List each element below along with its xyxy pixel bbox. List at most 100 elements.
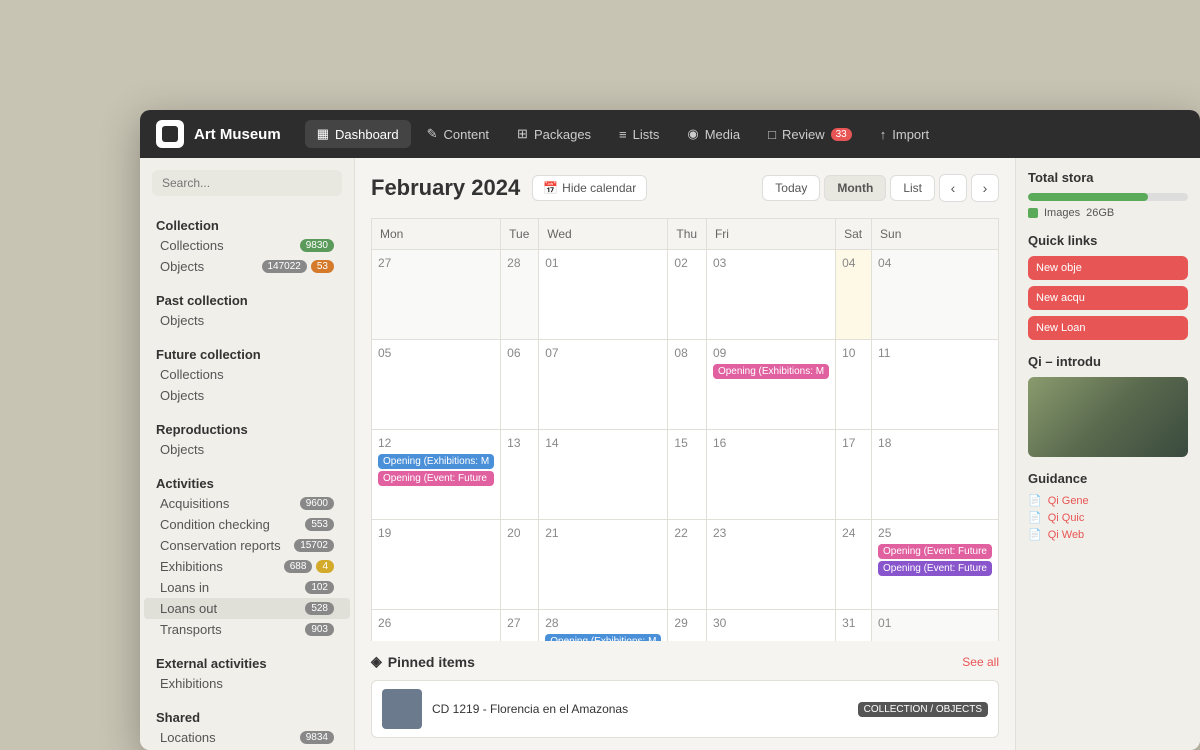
nav-item-media[interactable]: ◉ Media [675, 120, 752, 148]
pinned-item-name: CD 1219 - Florencia en el Amazonas [432, 702, 848, 716]
content-icon: ✎ [427, 126, 438, 142]
calendar-title: February 2024 [371, 175, 520, 201]
col-wed: Wed [539, 219, 668, 250]
app-title: Art Museum [194, 126, 281, 143]
calendar-area: February 2024 📅 Hide calendar Today Mont… [355, 158, 1015, 641]
new-loan-button[interactable]: New Loan [1028, 316, 1188, 340]
table-row: 04 [872, 250, 999, 340]
qi-section: Qi – introdu [1028, 354, 1188, 457]
col-sun: Sun [872, 219, 999, 250]
legend-dot-images [1028, 208, 1038, 218]
nav-item-packages[interactable]: ⊞ Packages [505, 120, 603, 148]
pinned-item-badge: COLLECTION / OBJECTS [858, 702, 988, 717]
sidebar-item-condition-checking[interactable]: Condition checking 553 [144, 514, 350, 535]
event-pill[interactable]: Opening (Event: Future [378, 471, 494, 486]
sidebar-item-acquisitions[interactable]: Acquisitions 9600 [144, 493, 350, 514]
table-row: 19 [372, 520, 501, 610]
nav-item-lists[interactable]: ≡ Lists [607, 121, 671, 148]
hide-calendar-button[interactable]: 📅 Hide calendar [532, 175, 647, 201]
sidebar-section-shared: Shared Locations 9834 People & Organizat… [140, 698, 354, 750]
col-fri: Fri [706, 219, 835, 250]
table-row: 20 [501, 520, 539, 610]
review-icon: □ [768, 127, 776, 142]
new-acquisition-button[interactable]: New acqu [1028, 286, 1188, 310]
nav-item-content[interactable]: ✎ Content [415, 120, 501, 148]
search-input[interactable] [152, 170, 342, 196]
table-row: 24 [836, 520, 872, 610]
next-month-button[interactable]: › [971, 174, 999, 202]
calendar-controls: Today Month List ‹ › [762, 174, 999, 202]
list-item[interactable]: CD 1219 - Florencia en el Amazonas COLLE… [371, 680, 999, 738]
app-logo [156, 120, 184, 148]
sidebar-section-reproductions: Reproductions Objects [140, 410, 354, 464]
sidebar-item-loans-in[interactable]: Loans in 102 [144, 577, 350, 598]
section-title-collection: Collection [140, 214, 354, 235]
document-icon-2: 📄 [1028, 511, 1042, 524]
guidance-section: Guidance 📄 Qi Gene 📄 Qi Quic 📄 Qi Web [1028, 471, 1188, 541]
table-row: 21 [539, 520, 668, 610]
quick-links-title: Quick links [1028, 233, 1188, 248]
event-pill[interactable]: Opening (Exhibitions: M [713, 364, 829, 379]
storage-bar-background [1028, 193, 1188, 201]
event-pill[interactable]: Opening (Event: Future [878, 561, 992, 576]
sidebar-section-past: Past collection Objects [140, 281, 354, 335]
new-object-button[interactable]: New obje [1028, 256, 1188, 280]
table-row: 14 [539, 430, 668, 520]
event-pill[interactable]: Opening (Exhibitions: M [378, 454, 494, 469]
document-icon-3: 📄 [1028, 528, 1042, 541]
sidebar-item-future-objects[interactable]: Objects [144, 385, 350, 406]
nav-items: ▦ Dashboard ✎ Content ⊞ Packages ≡ Lists… [305, 120, 1184, 148]
sidebar-section-activities: Activities Acquisitions 9600 Condition c… [140, 464, 354, 644]
table-row: 17 [836, 430, 872, 520]
table-row: 15 [668, 430, 707, 520]
table-row: 01 [872, 610, 999, 642]
guidance-link-quick[interactable]: 📄 Qi Quic [1028, 511, 1188, 524]
guidance-link-web[interactable]: 📄 Qi Web [1028, 528, 1188, 541]
event-pill[interactable]: Opening (Exhibitions: M [545, 634, 661, 641]
table-row: 27 [372, 250, 501, 340]
list-button[interactable]: List [890, 175, 935, 201]
section-title-shared: Shared [140, 706, 354, 727]
sidebar-item-collections[interactable]: Collections 9830 [144, 235, 350, 256]
sidebar-item-external-exhibitions[interactable]: Exhibitions [144, 673, 350, 694]
table-row: 01 [539, 250, 668, 340]
section-title-future: Future collection [140, 343, 354, 364]
table-row: 25 Opening (Event: Future Opening (Event… [872, 520, 999, 610]
sidebar-item-past-objects[interactable]: Objects [144, 310, 350, 331]
prev-month-button[interactable]: ‹ [939, 174, 967, 202]
sidebar-item-loans-out[interactable]: Loans out 528 [144, 598, 350, 619]
table-row: 28 [501, 250, 539, 340]
media-icon: ◉ [687, 126, 698, 142]
sidebar-item-exhibitions[interactable]: Exhibitions 6884 [144, 556, 350, 577]
table-row: 22 [668, 520, 707, 610]
sidebar: Collection Collections 9830 Objects 1470… [140, 158, 355, 750]
table-row: 13 [501, 430, 539, 520]
sidebar-section-future: Future collection Collections Objects [140, 335, 354, 410]
sidebar-item-objects-collection[interactable]: Objects 14702253 [144, 256, 350, 277]
sidebar-item-transports[interactable]: Transports 903 [144, 619, 350, 640]
section-title-past: Past collection [140, 289, 354, 310]
guidance-link-general[interactable]: 📄 Qi Gene [1028, 494, 1188, 507]
storage-title: Total stora [1028, 170, 1188, 185]
table-row: 18 [872, 430, 999, 520]
table-row: 11 [872, 340, 999, 430]
nav-item-review[interactable]: □ Review 33 [756, 121, 864, 148]
nav-item-import[interactable]: ↑ Import [868, 121, 941, 148]
section-title-external: External activities [140, 652, 354, 673]
month-button[interactable]: Month [824, 175, 886, 201]
pin-icon: ◈ [371, 653, 382, 670]
see-all-link[interactable]: See all [962, 655, 999, 669]
table-row: 29 [668, 610, 707, 642]
sidebar-item-future-collections[interactable]: Collections [144, 364, 350, 385]
sidebar-item-repro-objects[interactable]: Objects [144, 439, 350, 460]
today-button[interactable]: Today [762, 175, 820, 201]
table-row: 23 [706, 520, 835, 610]
table-row: 04 [836, 250, 872, 340]
table-row: 02 [668, 250, 707, 340]
sidebar-item-conservation-reports[interactable]: Conservation reports 15702 [144, 535, 350, 556]
calendar-icon: 📅 [543, 181, 558, 195]
event-pill[interactable]: Opening (Event: Future [878, 544, 992, 559]
sidebar-item-locations[interactable]: Locations 9834 [144, 727, 350, 748]
nav-item-dashboard[interactable]: ▦ Dashboard [305, 120, 411, 148]
main-content: Collection Collections 9830 Objects 1470… [140, 158, 1200, 750]
